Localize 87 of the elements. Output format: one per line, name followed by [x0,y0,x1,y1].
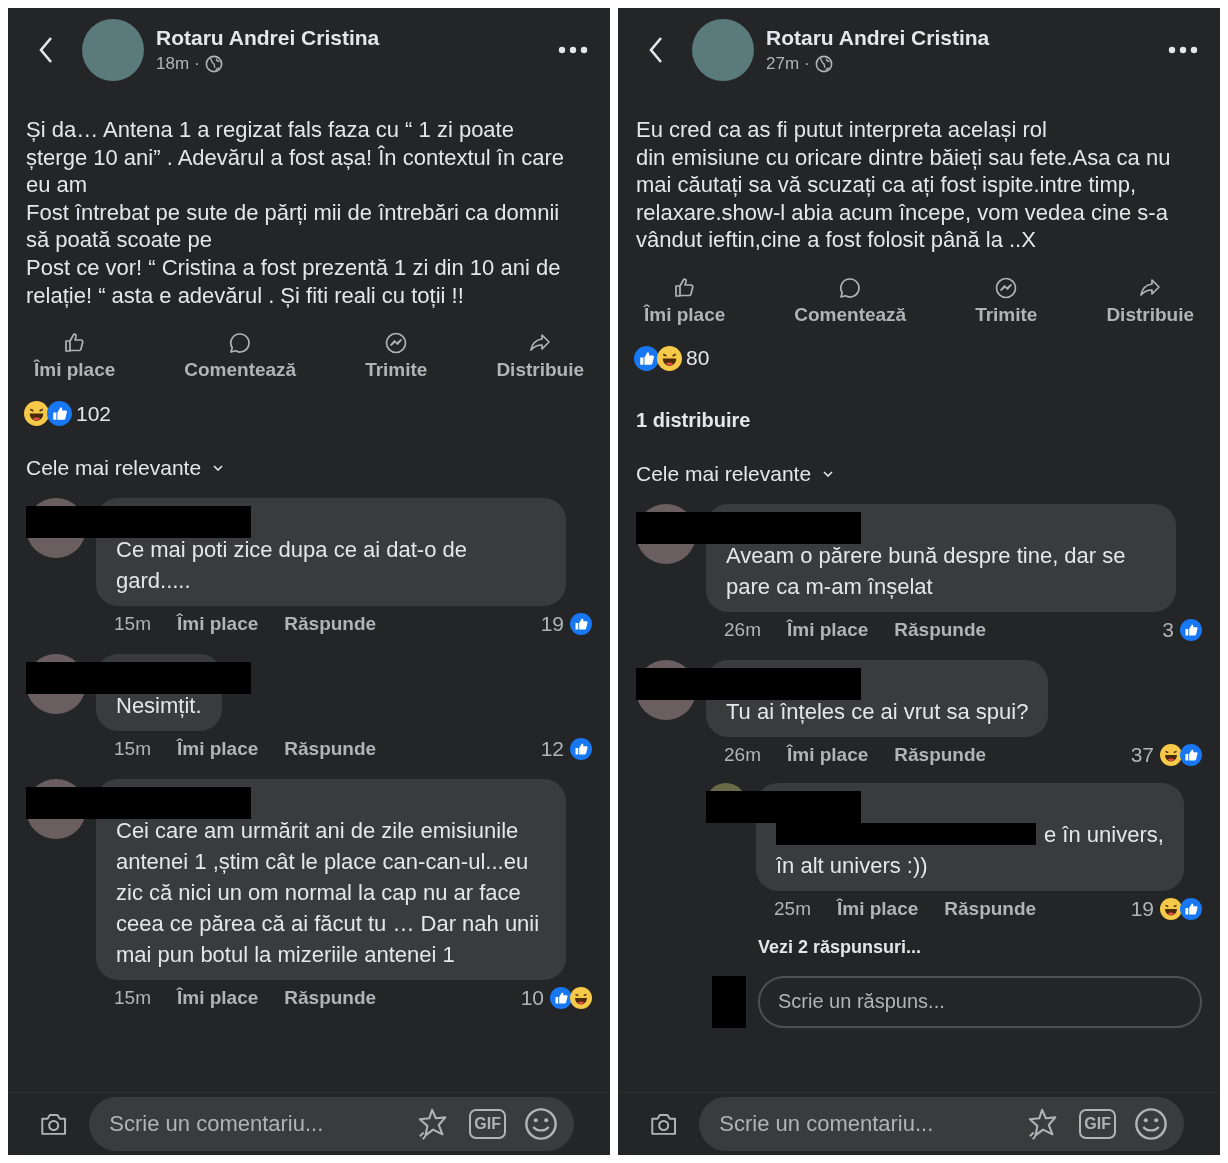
post-action-button[interactable]: Îmi place [644,271,726,330]
gif-button[interactable]: GIF [1079,1109,1116,1139]
reaction-count: 19 [1130,896,1154,921]
post-action-button[interactable]: Distribuie [1106,271,1194,330]
laughing-face-icon [1160,897,1182,920]
comment-text: Ce mai poti zice dupa ce ai dat-o de gard..... [116,537,467,594]
redaction-block [712,975,746,1028]
reaction-count[interactable]: 80 [686,346,710,371]
reaction-count: 37 [1130,742,1154,767]
like-link[interactable]: Îmi place [176,613,259,636]
comment-input-field[interactable]: Scrie un comentariu... GIF [699,1097,1184,1151]
comment-text: Cei care am urmărit ani de zile emisiunile antenei 1 ,știm cât le place can-can-ul...eu zic că nici un om normal la cap nu ar face ceea ce părea că ai făcut tu … Dar nah unii mai pun botul la mizeriile antenei 1 [116,818,540,968]
comment-time: 26m [724,618,761,641]
thumbs-up-icon [672,275,697,300]
reply-link[interactable]: Răspunde [894,618,987,641]
comment-time: 15m [114,738,151,761]
comment-text: Aveam o părere bună despre tine, dar se pare ca m-am înșelat [726,542,1126,599]
more-options-icon[interactable] [558,46,588,54]
caret-icon [213,465,224,472]
like-link[interactable]: Îmi place [786,743,869,766]
back-chevron-icon[interactable] [38,36,54,64]
reaction-count[interactable]: 102 [76,401,112,426]
like-reaction-icon [550,987,572,1010]
laughing-face-icon [1160,743,1182,766]
back-chevron-icon[interactable] [648,36,664,64]
comment-time: 15m [114,987,151,1010]
smiley-icon[interactable] [1134,1107,1168,1141]
comment-text: Tu ai înțeles ce ai vrut sa spui? [726,698,1029,724]
comment-input-field[interactable]: Scrie un comentariu... GIF [89,1097,574,1151]
like-link[interactable]: Îmi place [176,738,259,761]
speech-bubble-icon [228,331,253,356]
like-reaction-icon [570,738,592,761]
comment-text: Nesimțit. [116,693,202,719]
smiley-icon[interactable] [524,1107,558,1141]
globe-icon [204,55,223,73]
post-time: 18m [156,54,190,74]
sort-dropdown[interactable]: Cele mai relevante [636,461,834,486]
share-count[interactable]: 1 distribuire [636,408,1202,432]
post-text: Eu cred ca as fi putut interpreta același rol din emisiune cu oricare dintre băieți sau fete.Asa ca nu mai căutați sa vă scuzați ca ați fost ispite.intre timp, relaxare.show-l abia acum începe, vom vedea cine s-a vândut ieftin,cine a fost folosit până la ..X [636,116,1172,254]
author-name[interactable]: Rotaru Andrei Cristina [766,26,1168,50]
reaction-count: 12 [540,737,564,762]
like-reaction-icon [1180,618,1202,641]
comment-time: 25m [774,897,811,920]
reply-link[interactable]: Răspunde [944,897,1037,920]
reply-input-field[interactable]: Scrie un răspuns... [758,975,1202,1028]
messenger-icon [994,275,1019,300]
reaction-count: 19 [540,612,564,637]
messenger-icon [384,331,409,356]
laughing-face-icon [657,345,682,371]
like-reaction-icon [570,613,592,636]
like-reaction-icon [634,345,659,371]
reply-link[interactable]: Răspunde [284,987,377,1010]
comment-text: în alt univers :)) [776,851,929,880]
like-reaction-icon [1180,897,1202,920]
gif-button[interactable]: GIF [469,1109,506,1139]
separator-dot: · [804,54,810,74]
reply-link[interactable]: Răspunde [894,743,987,766]
comment-time: 26m [724,743,761,766]
post-action-button[interactable]: Trimite [975,271,1038,330]
post-action-button[interactable]: Îmi place [34,327,116,386]
reply-link[interactable]: Răspunde [284,738,377,761]
comment-time: 15m [114,613,151,636]
like-link[interactable]: Îmi place [786,618,869,641]
speech-bubble-icon [838,275,863,300]
post-action-button[interactable]: Trimite [365,327,428,386]
reaction-count: 3 [1162,617,1174,642]
author-name[interactable]: Rotaru Andrei Cristina [156,26,558,50]
post-time: 27m [766,54,800,74]
reply-link[interactable]: Răspunde [284,613,377,636]
post-action-button[interactable]: Comentează [794,271,907,330]
caret-icon [823,470,834,477]
sort-dropdown[interactable]: Cele mai relevante [26,456,224,481]
separator-dot: · [194,54,200,74]
comment-text: e în univers, [1044,820,1164,849]
laughing-face-icon [570,987,592,1010]
reaction-count: 10 [520,986,544,1011]
like-reaction-icon [1180,743,1202,766]
more-options-icon[interactable] [1168,46,1198,54]
globe-icon [814,55,833,73]
laughing-face-icon [24,401,49,427]
like-link[interactable]: Îmi place [176,987,259,1010]
like-link[interactable]: Îmi place [836,897,919,920]
post-action-button[interactable]: Distribuie [496,327,584,386]
view-replies-link[interactable]: Vezi 2 răspunsuri... [758,936,922,958]
post-action-button[interactable]: Comentează [184,327,297,386]
like-reaction-icon [47,401,72,427]
post-text: Și da… Antena 1 a regizat fals faza cu “ 1 zi poate șterge 10 ani” . Adevărul a fost așa! În contextul în care eu am Fost întrebat pe sute de părți mii de întrebări ca domnii să poată scoate pe Post ce vor! “ Cristina a fost prezentă 1 zi din 10 ani de relație! “ asta e adevărul . Și fiti reali cu toții !! [26,116,566,310]
